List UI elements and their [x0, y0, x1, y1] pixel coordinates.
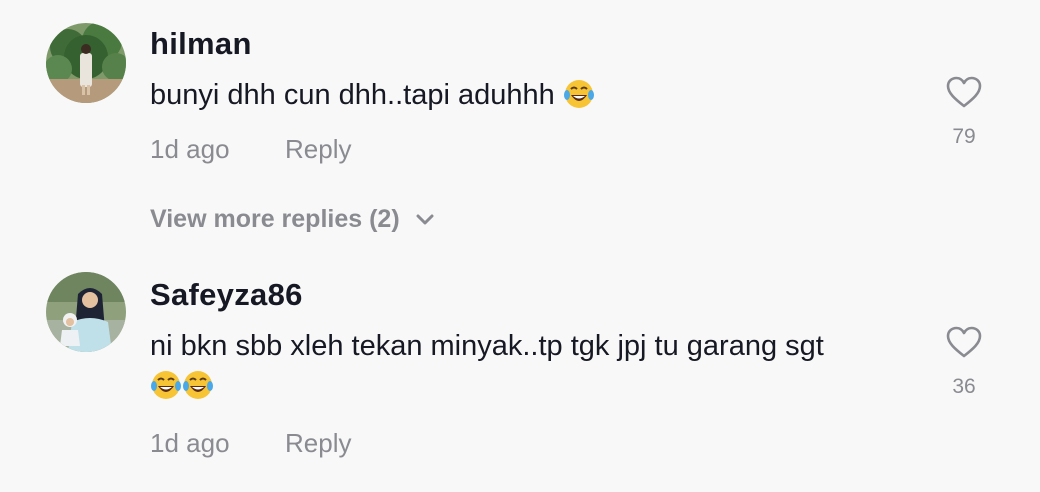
comment-text: bunyi dhh cun dhh..tapi aduhhh	[150, 75, 595, 120]
view-more-replies-label: View more replies (2)	[150, 205, 400, 233]
reply-button[interactable]: Reply	[285, 428, 351, 459]
comment-emoji-line	[150, 366, 214, 411]
username[interactable]: hilman	[150, 26, 252, 62]
avatar[interactable]	[46, 23, 126, 103]
chevron-down-icon	[416, 214, 434, 224]
like-count: 36	[952, 375, 976, 398]
heart-icon	[946, 326, 982, 358]
like-button[interactable]	[945, 75, 983, 109]
avatar[interactable]	[46, 272, 126, 352]
comment-timestamp: 1d ago	[150, 428, 230, 458]
comment-text-content: bunyi dhh cun dhh..tapi aduhhh	[150, 79, 555, 111]
comment-timestamp: 1d ago	[150, 134, 230, 164]
reply-button[interactable]: Reply	[285, 134, 351, 165]
like-button[interactable]	[945, 325, 983, 359]
comment-text: ni bkn sbb xleh tekan minyak..tp tgk jpj…	[150, 326, 824, 366]
username[interactable]: Safeyza86	[150, 277, 303, 313]
view-more-replies-button[interactable]: View more replies (2)	[150, 205, 434, 234]
laughing-emoji-icon	[150, 370, 214, 411]
like-count: 79	[952, 125, 976, 148]
heart-icon	[946, 76, 982, 108]
comment-text-content: ni bkn sbb xleh tekan minyak..tp tgk jpj…	[150, 330, 824, 362]
laughing-emoji-icon	[563, 79, 595, 120]
